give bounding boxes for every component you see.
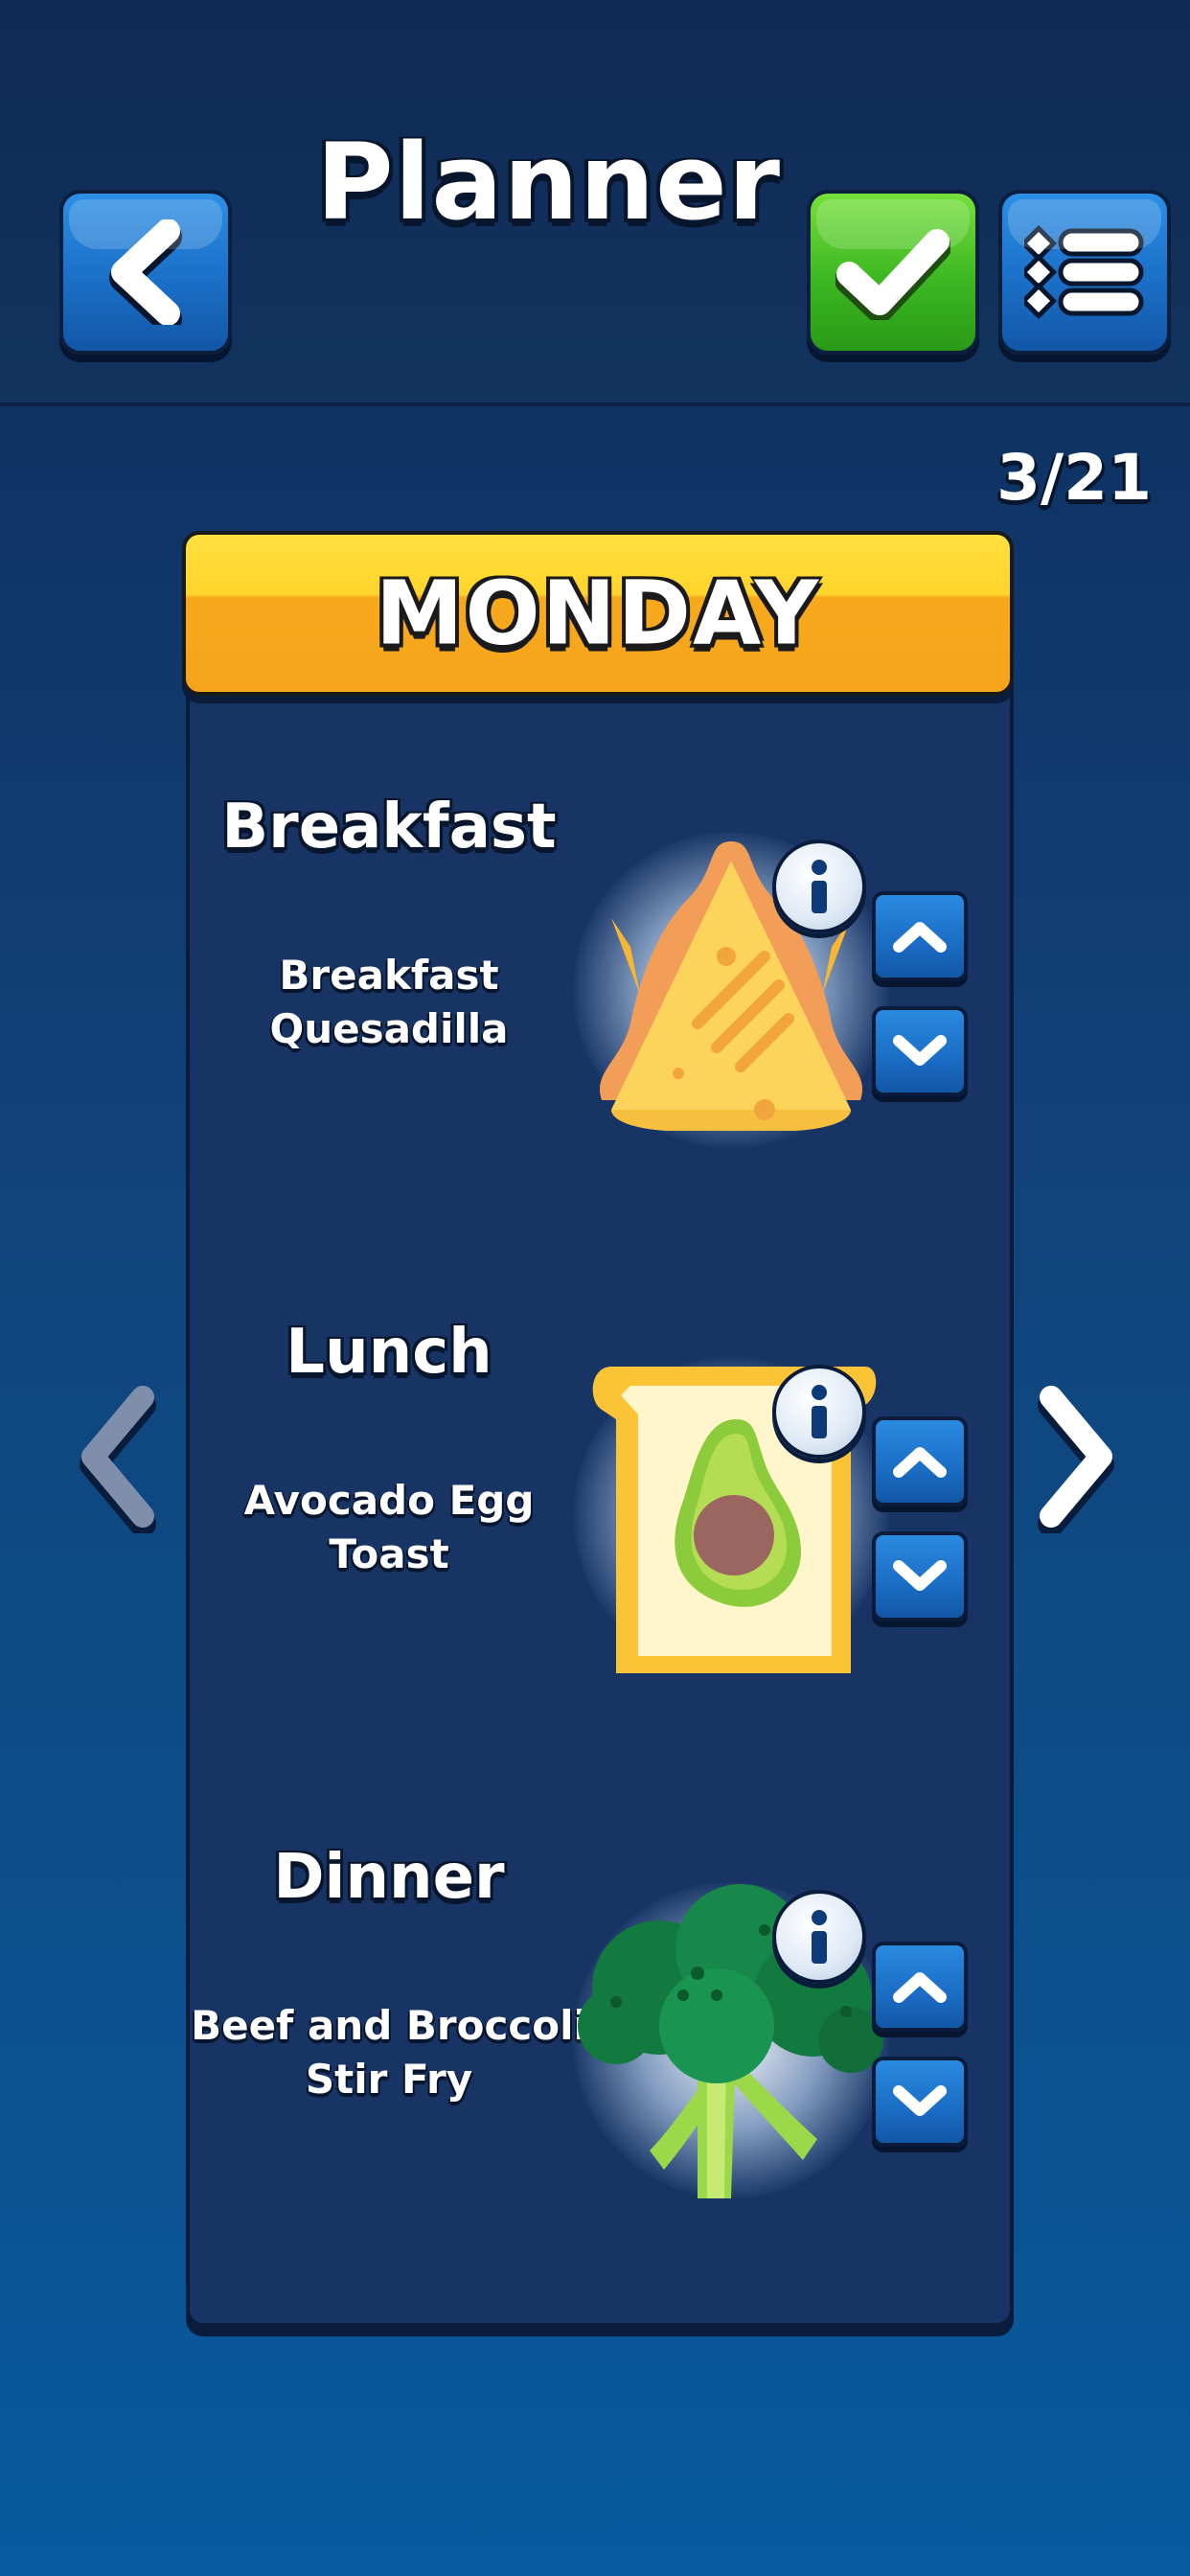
move-up-button-dinner[interactable] xyxy=(872,1942,968,2032)
info-button-lunch[interactable] xyxy=(772,1365,866,1459)
move-down-button-breakfast[interactable] xyxy=(872,1006,968,1096)
move-up-button-lunch[interactable] xyxy=(872,1416,968,1506)
info-button-dinner[interactable] xyxy=(772,1890,866,1984)
day-label: MONDAY xyxy=(375,562,821,665)
chevron-left-icon xyxy=(80,1386,156,1533)
back-button[interactable] xyxy=(59,190,232,355)
move-up-button-breakfast[interactable] xyxy=(872,891,968,981)
info-button-breakfast[interactable] xyxy=(772,840,866,933)
checkmark-icon xyxy=(835,229,950,320)
meal-name-breakfast: Breakfast Quesadilla xyxy=(188,949,590,1056)
chevron-up-icon xyxy=(893,1972,947,2003)
meal-name-line: Avocado Egg Toast xyxy=(243,1477,535,1577)
day-header: MONDAY xyxy=(182,531,1014,696)
meal-name-lunch: Avocado Egg Toast xyxy=(188,1474,590,1581)
meal-name-dinner: Beef and Broccoli Stir Fry xyxy=(188,1999,590,2106)
menu-list-button[interactable] xyxy=(998,190,1171,355)
meal-name-line: Stir Fry xyxy=(305,2056,473,2103)
meal-title-dinner: Dinner xyxy=(273,1842,505,1913)
info-icon xyxy=(812,1385,827,1438)
previous-day-button[interactable] xyxy=(65,1380,171,1533)
meal-title-lunch: Lunch xyxy=(286,1317,492,1388)
chevron-down-icon xyxy=(893,1560,947,1591)
chevron-up-icon xyxy=(893,1447,947,1478)
next-day-button[interactable] xyxy=(1023,1380,1129,1533)
chevron-down-icon xyxy=(893,1035,947,1066)
meal-name-line: Quesadilla xyxy=(269,1005,509,1052)
chevron-up-icon xyxy=(893,922,947,953)
info-icon xyxy=(812,1910,827,1964)
page-title: Planner xyxy=(316,121,782,243)
move-down-button-dinner[interactable] xyxy=(872,2057,968,2147)
info-icon xyxy=(812,860,827,913)
confirm-button[interactable] xyxy=(807,190,979,355)
chevron-down-icon xyxy=(893,2085,947,2116)
meal-name-line: Beef and Broccoli xyxy=(191,2002,587,2049)
meal-title-breakfast: Breakfast xyxy=(221,792,557,862)
chevron-right-icon xyxy=(1038,1386,1114,1533)
chevron-left-icon xyxy=(109,219,182,325)
meal-name-line: Breakfast xyxy=(279,952,499,999)
progress-counter: 3/21 xyxy=(996,441,1152,515)
move-down-button-lunch[interactable] xyxy=(872,1531,968,1622)
list-icon xyxy=(1024,224,1144,320)
